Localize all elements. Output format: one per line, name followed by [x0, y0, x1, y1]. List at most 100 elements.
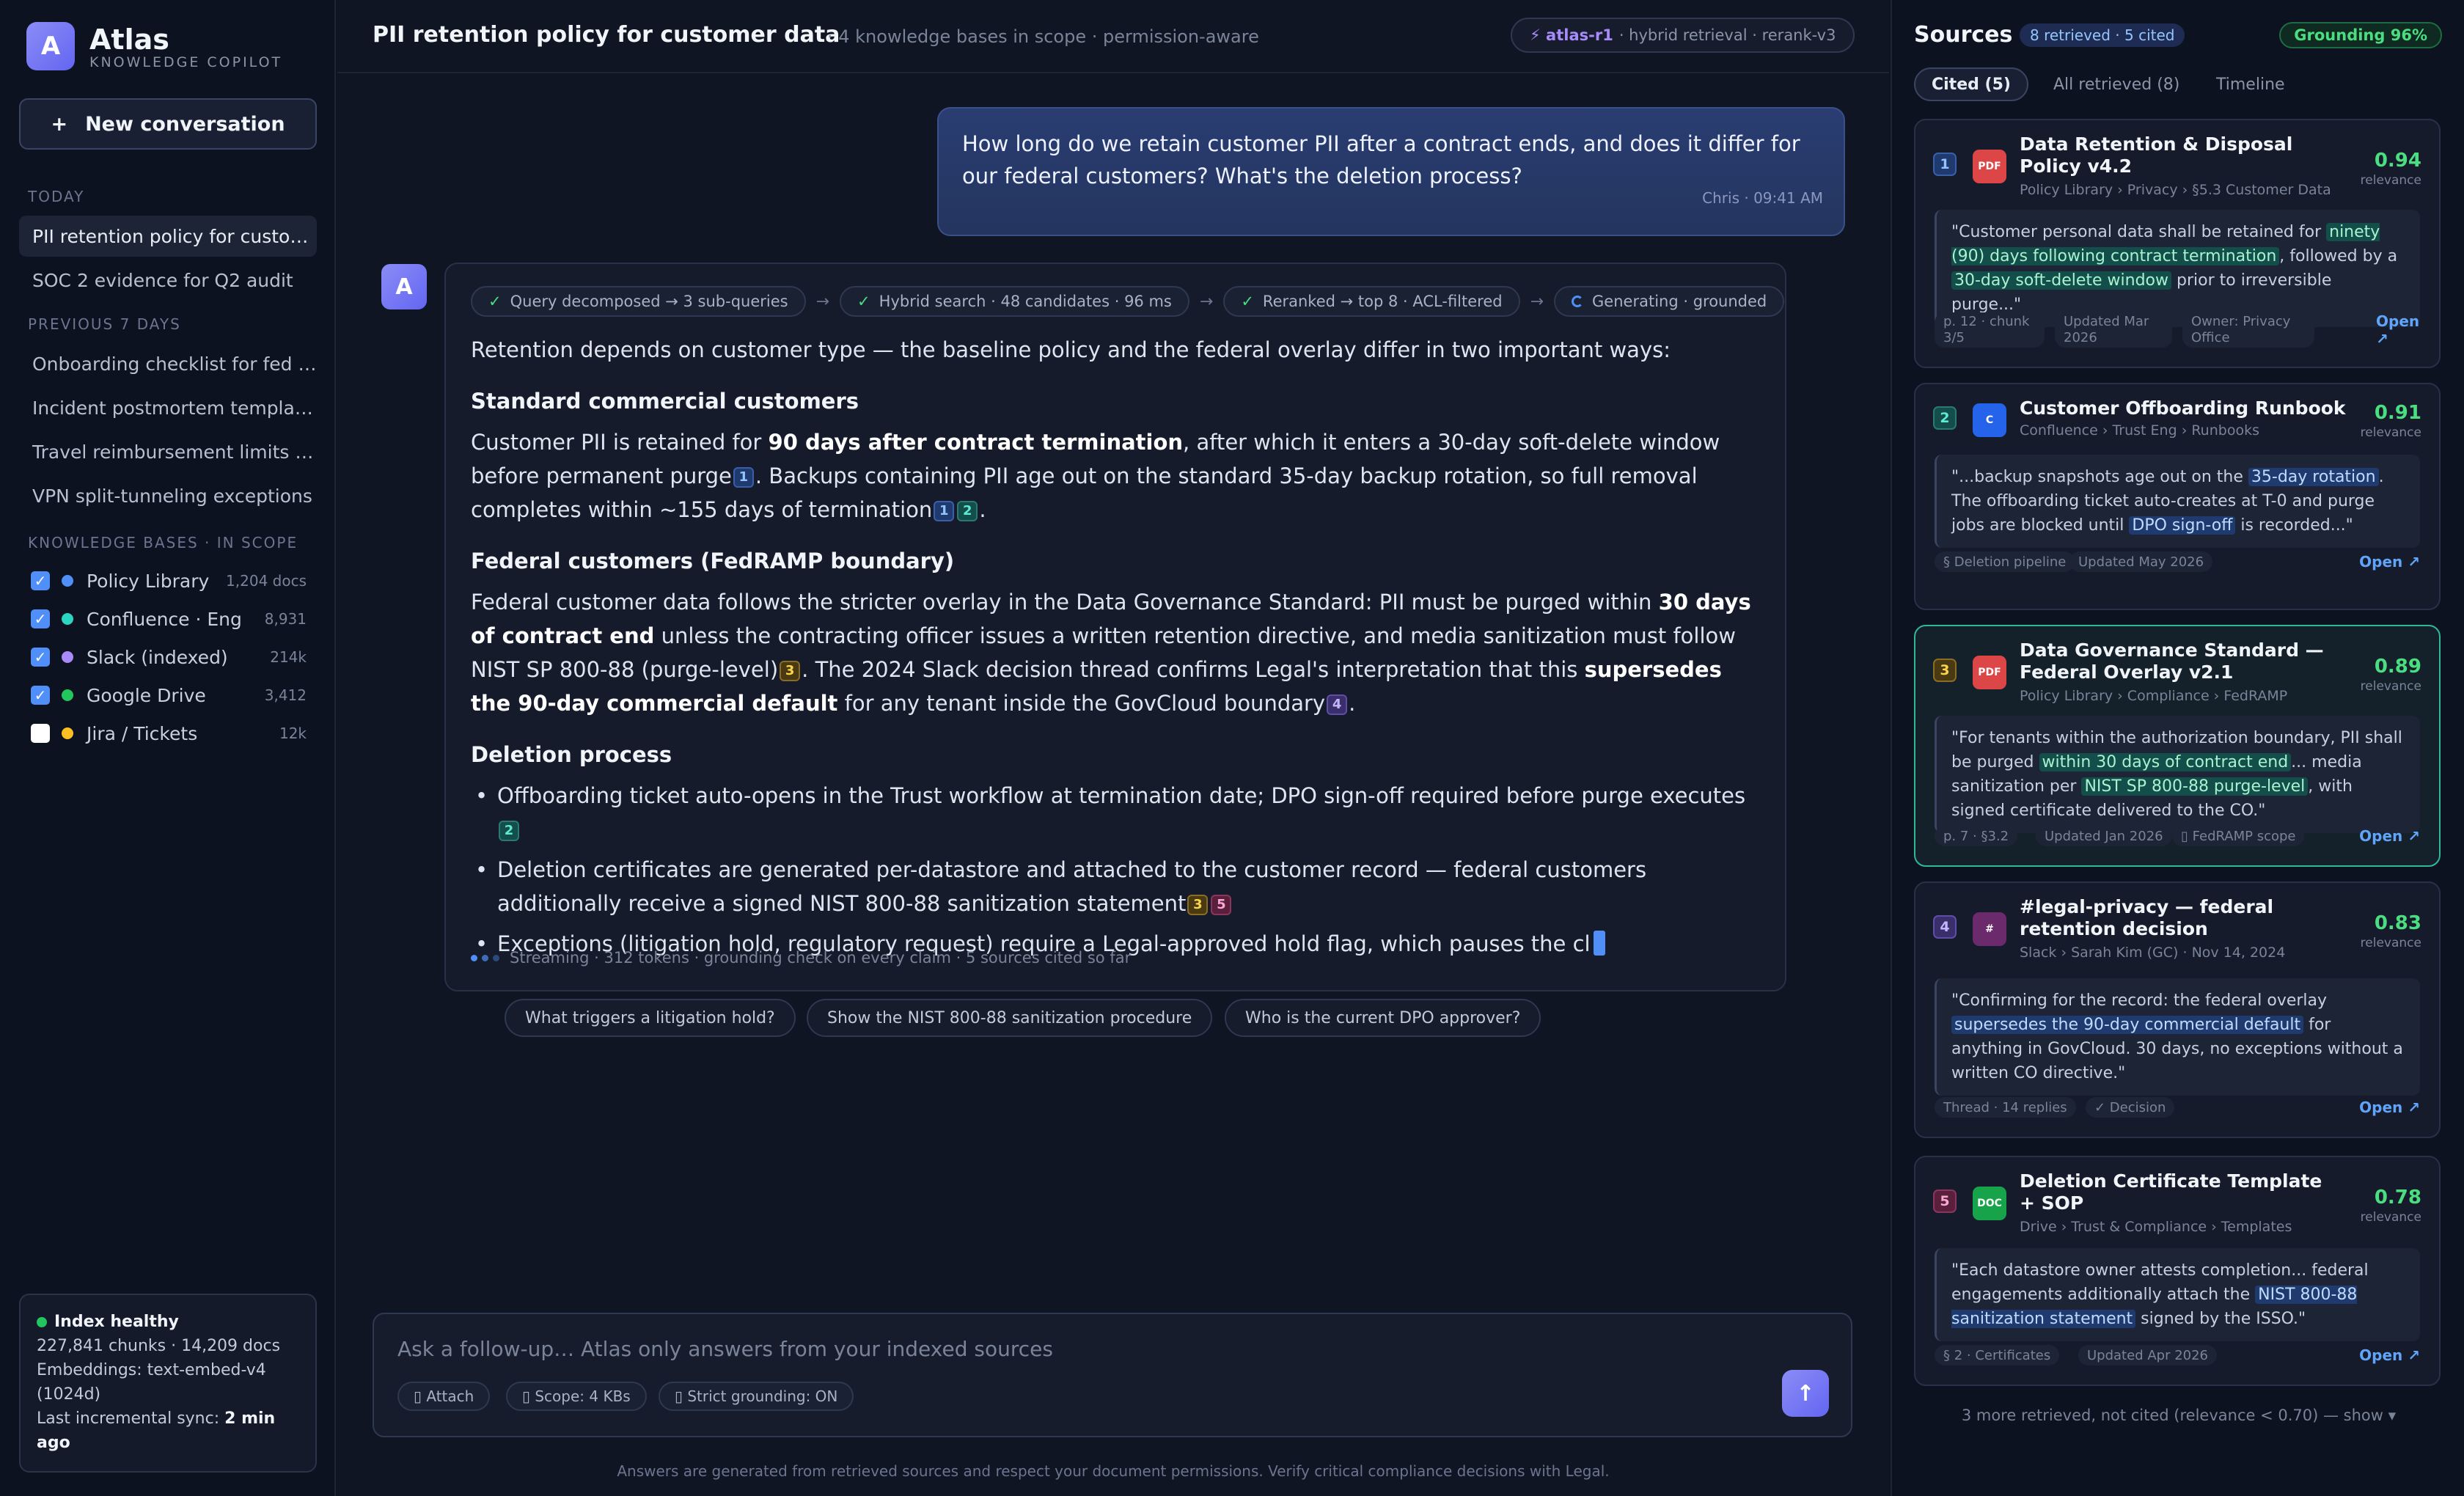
new-conversation-label: New conversation — [85, 112, 285, 136]
check-icon: ✓ — [857, 293, 870, 310]
attach-button[interactable]: ▯ Attach — [397, 1382, 491, 1411]
send-button[interactable]: ↑ — [1782, 1370, 1829, 1417]
strict-grounding-toggle[interactable]: ▯ Strict grounding: ON — [659, 1382, 854, 1411]
source-title: Deletion Certificate Template + SOP — [2020, 1170, 2322, 1214]
history-item[interactable]: VPN split-tunneling exceptions — [19, 475, 317, 516]
sources-panel: Sources 8 retrieved · 5 cited Grounding … — [1891, 0, 2464, 1496]
source-tag: ✓ Decision — [2086, 1097, 2175, 1118]
citation-3[interactable]: 3 — [780, 661, 801, 681]
kb-policy-library[interactable]: ✓ Policy Library 1,204 docs — [31, 566, 307, 595]
check-icon: ✓ — [1241, 293, 1254, 310]
tab-all-retrieved[interactable]: All retrieved (8) — [2037, 67, 2196, 101]
relevance-label: relevance — [2360, 679, 2421, 694]
show-more-sources-link[interactable]: 3 more retrieved, not cited (relevance <… — [1892, 1407, 2464, 1424]
source-card[interactable]: 5 DOC Deletion Certificate Template + SO… — [1914, 1156, 2441, 1386]
paragraph-standard: Customer PII is retained for 90 days aft… — [471, 430, 1720, 522]
health-sync: Last incremental sync: 2 min ago — [37, 1409, 276, 1452]
model-selector[interactable]: ⚡ atlas-r1 · hybrid retrieval · rerank-v… — [1511, 18, 1855, 53]
user-message: How long do we retain customer PII after… — [937, 107, 1845, 236]
checkbox-checked-icon[interactable]: ✓ — [31, 686, 50, 705]
health-embeddings: Embeddings: text-embed-v4 (1024d) — [37, 1361, 266, 1404]
pdf-file-icon: PDF — [1973, 150, 2006, 183]
kb-color-dot — [62, 613, 73, 625]
source-tag: § Deletion pipeline — [1935, 551, 2075, 572]
kb-count: 12k — [279, 725, 307, 742]
source-card[interactable]: 2 C Customer Offboarding Runbook Conflue… — [1914, 383, 2441, 610]
suggestion-chip[interactable]: Who is the current DPO approver? — [1225, 999, 1541, 1037]
open-source-link[interactable]: Open ↗ — [2359, 553, 2420, 571]
chat-header: PII retention policy for customer data ·… — [337, 0, 1889, 73]
suggestion-chip[interactable]: Show the NIST 800-88 sanitization proced… — [807, 999, 1213, 1037]
relevance-score: 0.94 — [2374, 150, 2421, 172]
history-item[interactable]: Travel reimbursement limits … — [19, 431, 317, 472]
open-source-link[interactable]: Open ↗ — [2359, 1099, 2420, 1116]
deletion-steps-list: Offboarding ticket auto-opens in the Tru… — [471, 779, 1769, 961]
section-today: TODAY — [28, 188, 85, 205]
source-number: 3 — [1933, 659, 1957, 682]
source-title: Customer Offboarding Runbook — [2020, 397, 2346, 419]
kb-count: 214k — [270, 648, 307, 666]
follow-up-input[interactable] — [397, 1330, 1717, 1367]
source-number: 4 — [1933, 915, 1957, 939]
open-source-link[interactable]: Open ↗ — [2359, 827, 2420, 845]
source-number: 1 — [1933, 153, 1957, 176]
index-health-card: Index healthy 227,841 chunks · 14,209 do… — [19, 1294, 317, 1473]
typing-cursor — [1593, 931, 1605, 956]
step-chip: Generating · grounded — [1554, 286, 1785, 317]
kb-name: Slack (indexed) — [87, 646, 228, 668]
relevance-score: 0.83 — [2374, 912, 2421, 934]
model-name: ⚡ atlas-r1 — [1530, 26, 1613, 44]
kb-google-drive[interactable]: ✓ Google Drive 3,412 — [31, 681, 307, 710]
kb-slack[interactable]: ✓ Slack (indexed) 214k — [31, 642, 307, 672]
checkbox-checked-icon[interactable]: ✓ — [31, 609, 50, 628]
open-source-link[interactable]: Open ↗ — [2359, 1346, 2420, 1364]
source-number: 2 — [1933, 406, 1957, 430]
source-path: Drive › Trust & Compliance › Templates — [2020, 1219, 2292, 1235]
relevance-score: 0.91 — [2374, 402, 2421, 424]
open-source-link[interactable]: Open ↗ — [2376, 312, 2420, 348]
source-title: Data Retention & Disposal Policy v4.2 — [2020, 133, 2293, 177]
tab-cited[interactable]: Cited (5) — [1914, 67, 2028, 101]
citation-3[interactable]: 3 — [1187, 895, 1209, 915]
history-item[interactable]: Onboarding checklist for fed … — [19, 343, 317, 384]
conversation-title: PII retention policy for customer data — [373, 22, 840, 48]
conversation-subtitle: · 4 knowledge bases in scope · permissio… — [827, 26, 1259, 47]
tab-timeline[interactable]: Timeline — [2200, 67, 2301, 101]
status-dot-icon — [37, 1316, 47, 1327]
source-quote: "Confirming for the record: the federal … — [1935, 978, 2420, 1096]
suggestion-chip[interactable]: What triggers a litigation hold? — [505, 999, 796, 1037]
source-card[interactable]: 4 # #legal-privacy — federal retention d… — [1914, 881, 2441, 1138]
citation-4[interactable]: 4 — [1327, 694, 1348, 715]
citation-1[interactable]: 1 — [934, 501, 955, 521]
kb-color-dot — [62, 575, 73, 587]
checkbox-unchecked-icon[interactable] — [31, 724, 50, 743]
streaming-dots-icon — [471, 954, 499, 961]
source-tag: p. 7 · §3.2 — [1935, 826, 2018, 846]
section-previous: PREVIOUS 7 DAYS — [28, 315, 181, 333]
heading-standard: Standard commercial customers — [471, 389, 859, 414]
source-card[interactable]: 1 PDF Data Retention & Disposal Policy v… — [1914, 119, 2441, 368]
citation-2[interactable]: 2 — [957, 501, 978, 521]
citation-1[interactable]: 1 — [733, 467, 754, 488]
step-chip: ✓ Hybrid search · 48 candidates · 96 ms — [840, 286, 1189, 317]
relevance-label: relevance — [2360, 1210, 2421, 1225]
checkbox-checked-icon[interactable]: ✓ — [31, 648, 50, 667]
citation-2[interactable]: 2 — [499, 821, 519, 841]
list-item: Offboarding ticket auto-opens in the Tru… — [471, 779, 1769, 846]
assistant-message: ✓ Query decomposed → 3 sub-queries → ✓ Hyb… — [444, 263, 1786, 991]
kb-confluence[interactable]: ✓ Confluence · Eng 8,931 — [31, 604, 307, 634]
scope-button[interactable]: ▯ Scope: 4 KBs — [506, 1382, 647, 1411]
history-item[interactable]: SOC 2 evidence for Q2 audit — [19, 260, 317, 301]
history-item[interactable]: Incident postmortem templa… — [19, 387, 317, 428]
source-card[interactable]: 3 PDF Data Governance Standard — Federal… — [1914, 625, 2441, 867]
source-quote: "Customer personal data shall be retaine… — [1935, 210, 2420, 327]
source-path: Policy Library › Privacy › §5.3 Customer… — [2020, 182, 2331, 198]
citation-5[interactable]: 5 — [1211, 895, 1232, 915]
new-conversation-button[interactable]: + New conversation — [19, 98, 317, 150]
history-item[interactable]: PII retention policy for custo… — [19, 216, 317, 257]
atlas-logo: A — [26, 22, 75, 70]
relevance-label: relevance — [2360, 425, 2421, 440]
pdf-file-icon: PDF — [1973, 656, 2006, 689]
checkbox-checked-icon[interactable]: ✓ — [31, 571, 50, 590]
kb-jira[interactable]: Jira / Tickets 12k — [31, 719, 307, 748]
